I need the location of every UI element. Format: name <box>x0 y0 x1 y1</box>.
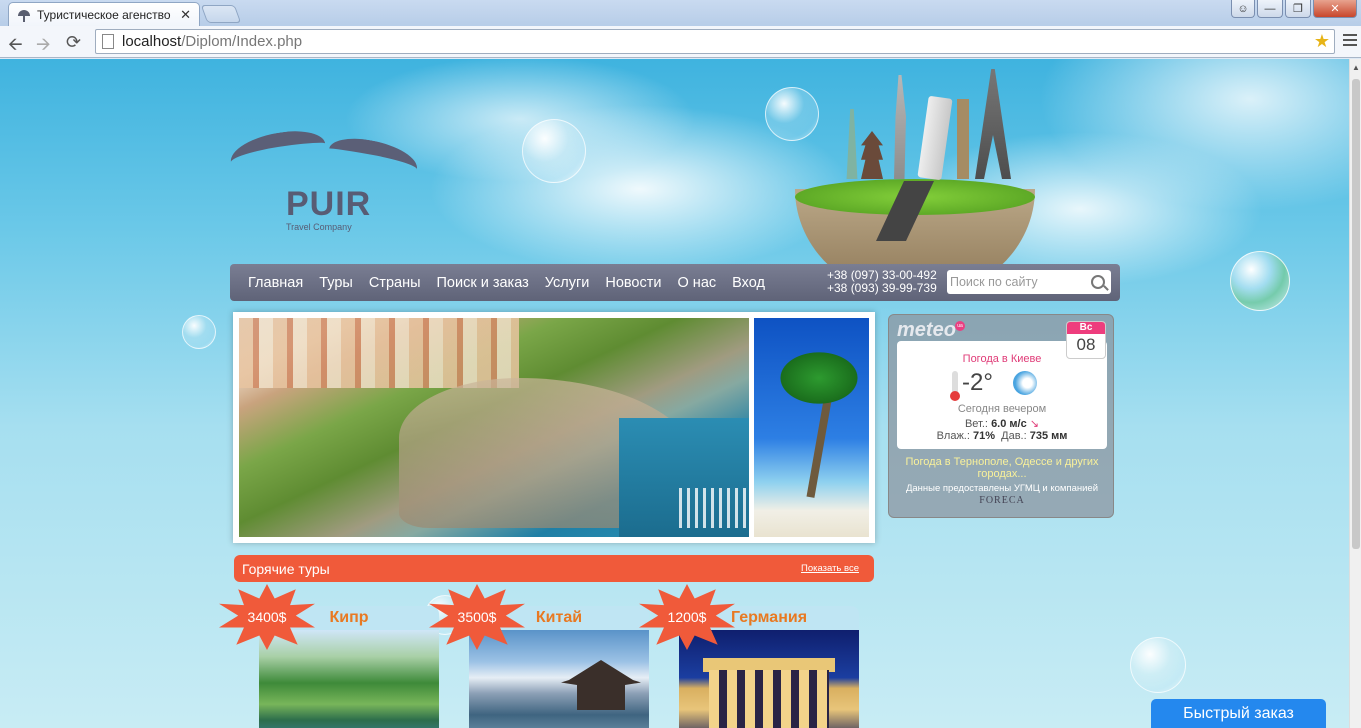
search-icon[interactable] <box>1091 275 1105 289</box>
calendar-day-of-week: Вс <box>1067 322 1105 334</box>
tour-image[interactable] <box>469 630 649 728</box>
slide-monaco-image <box>239 318 749 537</box>
decorative-bubble <box>182 315 216 349</box>
back-arrow-icon[interactable]: 🡨 <box>8 32 23 62</box>
bookmark-star-icon[interactable]: ★ <box>1314 31 1330 52</box>
hot-tours-bar: Горячие туры Показать все <box>234 555 874 582</box>
logo-name: PUIR <box>286 185 372 223</box>
reload-icon[interactable]: ⟳ <box>66 32 81 53</box>
tour-card[interactable]: Кипр 3400$ <box>219 584 439 728</box>
meteo-logo-badge: ua <box>955 321 965 331</box>
nav-item-search-order[interactable]: Поиск и заказ <box>437 275 529 291</box>
decorative-bubble <box>1130 637 1186 693</box>
nav-item-tours[interactable]: Туры <box>319 275 353 291</box>
weather-credit: Данные предоставлены УГМЦ и компанией <box>905 483 1099 494</box>
hot-tours-title: Горячие туры <box>242 560 330 577</box>
meteo-logo: meteo <box>897 319 956 341</box>
weather-period: Сегодня вечером <box>957 403 1047 415</box>
tour-card[interactable]: Германия 1200$ <box>639 584 859 728</box>
page-viewport: PUIR Travel Company Главная Туры Страны … <box>0 59 1349 728</box>
tour-price: 3400$ <box>247 609 287 625</box>
close-window-button[interactable]: ✕ <box>1313 0 1357 18</box>
phone-number: +38 (093) 39-99-739 <box>827 281 937 295</box>
calendar-day: 08 <box>1076 335 1096 354</box>
profile-icon[interactable]: ☺ <box>1231 0 1255 18</box>
url-host: localhost <box>122 33 182 50</box>
thermometer-icon <box>950 371 960 401</box>
image-slider[interactable] <box>233 312 875 543</box>
tour-image[interactable] <box>679 630 859 728</box>
browser-tab[interactable]: Туристическое агенство ✕ <box>8 2 200 26</box>
site-logo[interactable]: PUIR Travel Company <box>227 126 421 239</box>
weather-humidity-pressure: Влаж.: 71% Дав.: 735 мм <box>936 430 1068 442</box>
browser-tabstrip: Туристическое агенство ✕ ☺ — ❐ ✕ <box>0 0 1361 26</box>
url-path: /Diplom/Index.php <box>181 33 303 50</box>
nav-item-home[interactable]: Главная <box>248 275 303 291</box>
site-search-input[interactable]: Поиск по сайту <box>947 270 1111 294</box>
main-navigation: Главная Туры Страны Поиск и заказ Услуги… <box>230 264 1120 301</box>
nav-item-countries[interactable]: Страны <box>369 275 421 291</box>
nav-item-news[interactable]: Новости <box>605 275 661 291</box>
browser-menu-icon[interactable] <box>1343 34 1357 48</box>
tour-price: 3500$ <box>457 609 497 625</box>
minimize-button[interactable]: — <box>1257 0 1283 18</box>
new-tab-button[interactable] <box>200 5 242 23</box>
logo-tagline: Travel Company <box>286 222 352 232</box>
night-clear-icon <box>1013 371 1037 395</box>
weather-widget: meteo ua Погода в Киеве -2° Сегодня вече… <box>888 314 1114 518</box>
search-placeholder: Поиск по сайту <box>950 275 1038 289</box>
address-bar[interactable]: localhost /Diplom/Index.php ★ <box>95 29 1335 54</box>
nav-item-about[interactable]: О нас <box>678 275 717 291</box>
tour-card[interactable]: Китай 3500$ <box>429 584 649 728</box>
decorative-globe-bubble <box>522 119 586 183</box>
calendar-badge: Вс 08 <box>1066 321 1106 359</box>
tab-favicon-icon <box>17 8 31 22</box>
scrollbar-thumb[interactable] <box>1352 79 1360 549</box>
forward-arrow-icon[interactable]: 🡪 <box>36 32 51 62</box>
tab-title: Туристическое агенство <box>37 7 171 22</box>
slide-palm-beach-image <box>754 318 869 537</box>
phone-numbers: +38 (097) 33-00-492 +38 (093) 39-99-739 <box>827 269 937 295</box>
wind-direction-icon: ↘ <box>1029 418 1040 430</box>
tour-price: 1200$ <box>667 609 707 625</box>
weather-temperature: -2° <box>962 369 993 396</box>
scroll-up-icon[interactable]: ▲ <box>1352 63 1360 72</box>
foreca-logo[interactable]: FORECA <box>889 495 1115 506</box>
window-controls: ☺ — ❐ ✕ <box>1231 0 1357 18</box>
decorative-globe-bubble <box>1230 251 1290 311</box>
nav-item-login[interactable]: Вход <box>732 275 765 291</box>
browser-toolbar: 🡨 🡪 ⟳ localhost /Diplom/Index.php ★ <box>0 26 1361 58</box>
maximize-button[interactable]: ❐ <box>1285 0 1311 18</box>
tab-close-icon[interactable]: ✕ <box>180 7 191 23</box>
logo-wing-icon <box>325 133 421 185</box>
nav-item-services[interactable]: Услуги <box>545 275 590 291</box>
quick-order-button[interactable]: Быстрый заказ <box>1151 699 1326 728</box>
page-scrollbar[interactable]: ▲ <box>1349 59 1361 728</box>
logo-wing-icon <box>227 126 329 180</box>
weather-wind: Вет.: 6.0 м/с ↘ <box>964 418 1040 430</box>
other-cities-link[interactable]: Погода в Тернополе, Одессе и других горо… <box>889 456 1115 480</box>
page-icon <box>102 34 114 49</box>
tour-image[interactable] <box>259 630 439 728</box>
show-all-link[interactable]: Показать все <box>801 563 859 574</box>
